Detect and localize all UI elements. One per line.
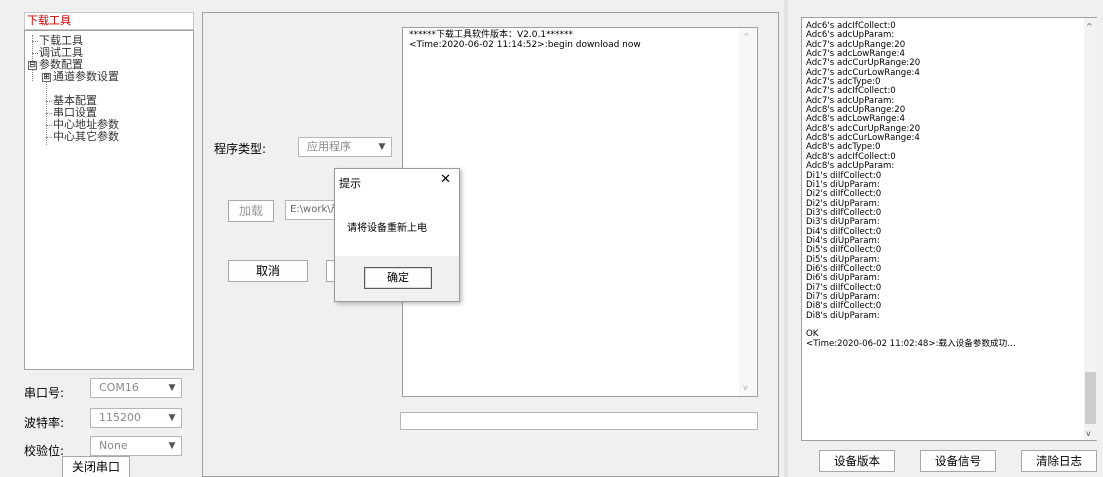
baud-select[interactable]: 115200 ▼ (90, 408, 182, 428)
chevron-down-icon[interactable]: ▼ (163, 379, 181, 397)
clear-log-button[interactable]: 清除日志 (1021, 450, 1097, 472)
program-type-value: 应用程序 (307, 140, 351, 153)
chevron-down-icon[interactable]: ▼ (163, 437, 181, 455)
scroll-up-icon[interactable]: ^ (1086, 22, 1093, 31)
program-type-select[interactable]: 应用程序 ▼ (298, 137, 392, 157)
tree-connector (32, 41, 38, 42)
tree-connector (46, 137, 52, 138)
close-icon[interactable]: ✕ (440, 172, 451, 187)
parity-select[interactable]: None ▼ (90, 436, 182, 456)
file-path-field[interactable]: E:\work\产 (285, 200, 335, 220)
dialog-message: 请将设备重新上电 (347, 223, 427, 234)
tree-item-center-other[interactable]: 中心其它参数 (53, 131, 119, 143)
baud-label: 波特率: (24, 416, 65, 430)
device-log-lines: Adc6's adcIfCollect:0 Adc6's adcUpParam: A… (806, 21, 1092, 349)
panel-title: 下载工具 (24, 12, 194, 30)
chevron-down-icon[interactable]: ▼ (373, 138, 391, 156)
device-signal-button[interactable]: 设备信号 (920, 450, 996, 472)
tree-connector (46, 101, 52, 102)
log-line: ******下载工具软件版本：V2.0.1****** (409, 30, 574, 40)
scroll-down-icon[interactable]: v (1086, 429, 1091, 438)
tree-connector (46, 125, 52, 126)
scroll-down-icon[interactable]: v (743, 383, 748, 392)
download-progress-bar (400, 412, 758, 430)
log-line: <Time:2020-06-02 11:02:48>:载入设备参数成功… (806, 338, 1016, 349)
parity-value: None (99, 439, 128, 452)
device-log[interactable]: Adc6's adcIfCollect:0 Adc6's adcUpParam: A… (801, 17, 1097, 441)
log-line: Di8's diUpParam: (806, 310, 880, 321)
scroll-up-icon[interactable]: ^ (743, 32, 750, 41)
port-value: COM16 (99, 381, 139, 394)
port-select[interactable]: COM16 ▼ (90, 378, 182, 398)
device-version-button[interactable]: 设备版本 (819, 450, 895, 472)
scrollbar-thumb[interactable] (1085, 372, 1096, 424)
baud-value: 115200 (99, 411, 141, 424)
function-tree[interactable]: 下载工具 调试工具 ⊟ 参数配置 ⊞ 通道参数设置 基本配置 串口设置 中心地址… (24, 30, 194, 370)
ok-button[interactable]: 确定 (364, 267, 432, 289)
panel-divider[interactable] (784, 0, 788, 477)
tree-connector (46, 79, 47, 145)
download-log-scrollbar[interactable]: ^ v (739, 28, 756, 396)
log-line: <Time:2020-06-02 11:14:52>:begin downloa… (409, 40, 641, 50)
tree-item-channel-params[interactable]: 通道参数设置 (53, 71, 119, 83)
program-type-label: 程序类型: (214, 142, 267, 156)
parity-label: 校验位: (24, 444, 65, 458)
expand-icon[interactable]: ⊞ (42, 73, 51, 82)
collapse-icon[interactable]: ⊟ (28, 61, 37, 70)
tree-connector (32, 53, 38, 54)
cancel-button[interactable]: 取消 (228, 260, 308, 282)
close-port-button[interactable]: 关闭串口 (62, 456, 130, 477)
dialog-title: 提示 (339, 177, 361, 190)
tree-connector (46, 113, 52, 114)
chevron-down-icon[interactable]: ▼ (163, 409, 181, 427)
port-label: 串口号: (24, 386, 65, 400)
load-button[interactable]: 加载 (228, 200, 274, 222)
